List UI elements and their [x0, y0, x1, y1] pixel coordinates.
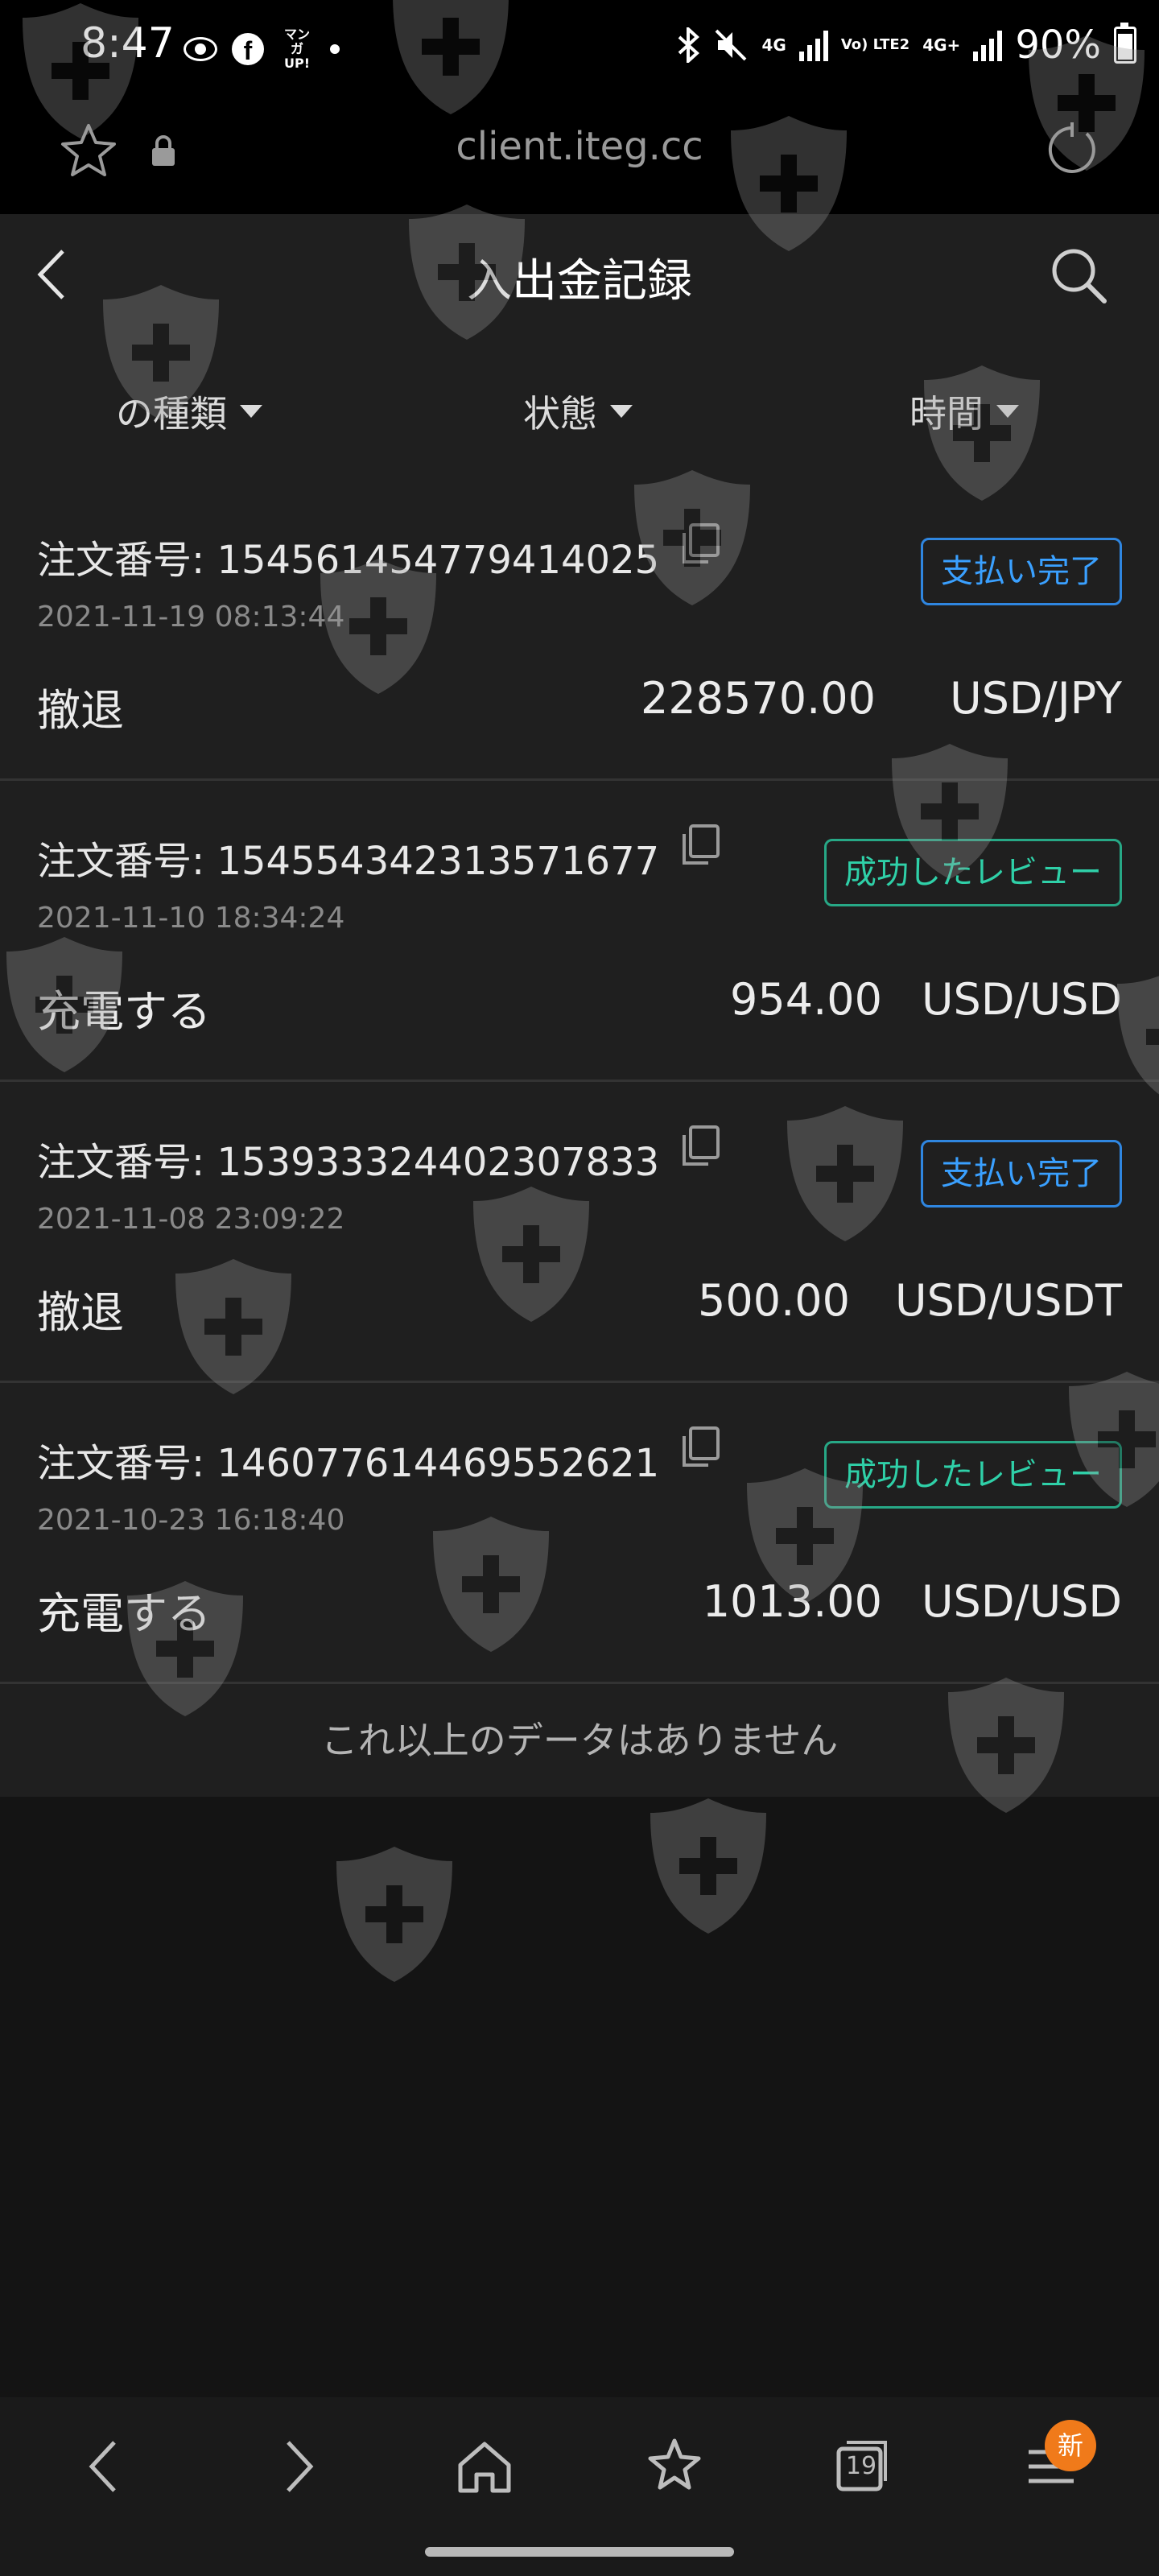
order-label: 注文番号: — [37, 1140, 205, 1185]
eye-icon — [184, 37, 217, 61]
record-amount: 954.00 — [730, 974, 882, 1025]
volte-label: Vo) LTE2 — [840, 36, 910, 53]
tabs-button[interactable]: 19 — [829, 2434, 893, 2499]
order-number: 153933324402307833 — [217, 1140, 660, 1185]
filter-status-label: 状態 — [523, 392, 597, 436]
status-badge: 成功したレビュー — [824, 1441, 1122, 1509]
filter-type-label: の種類 — [116, 392, 227, 436]
record-datetime: 2021-11-19 08:13:44 — [37, 601, 345, 634]
filter-time[interactable]: 時間 — [909, 385, 1019, 438]
record-type: 撤退 — [37, 1287, 124, 1338]
url-field[interactable]: client.iteg.cc — [0, 124, 1159, 169]
record-currency: USD/USD — [922, 974, 1122, 1025]
caret-down-icon — [996, 405, 1019, 418]
battery-icon — [1114, 23, 1136, 64]
network-4g-label: 4G — [761, 35, 786, 55]
record-type: 撤退 — [37, 685, 124, 736]
order-number: 154561454779414025 — [217, 538, 660, 583]
record-item[interactable]: 注文番号: 146077614469552621 成功したレビュー 2021-1… — [0, 1383, 1159, 1684]
filter-time-label: 時間 — [909, 392, 984, 436]
bluetooth-icon — [678, 27, 700, 63]
order-label: 注文番号: — [37, 839, 205, 884]
notification-dot-icon — [330, 44, 340, 54]
filter-type[interactable]: の種類 — [116, 385, 262, 438]
copy-icon[interactable] — [676, 520, 724, 568]
tab-count: 19 — [845, 2452, 877, 2480]
order-number: 154554342313571677 — [217, 839, 660, 884]
record-amount: 228570.00 — [640, 673, 876, 724]
status-bar: 8:47 f マンガ UP! 4G Vo) LTE2 4G+ 90% — [0, 0, 1159, 97]
record-currency: USD/USDT — [895, 1275, 1122, 1326]
browser-address-bar: client.iteg.cc — [0, 97, 1159, 216]
clock: 8:47 — [80, 19, 175, 68]
caret-down-icon — [240, 405, 262, 418]
record-item[interactable]: 注文番号: 154554342313571677 成功したレビュー 2021-1… — [0, 781, 1159, 1082]
search-icon[interactable] — [1046, 243, 1111, 308]
signal-icon — [798, 29, 828, 61]
manga-app-icon: マンガ UP! — [283, 27, 310, 71]
order-label: 注文番号: — [37, 538, 205, 583]
record-type: 充電する — [37, 1588, 211, 1639]
network-4gplus-label: 4G+ — [922, 35, 961, 55]
copy-icon[interactable] — [676, 1423, 724, 1472]
record-datetime: 2021-10-23 16:18:40 — [37, 1504, 345, 1537]
record-currency: USD/JPY — [950, 673, 1122, 724]
new-badge: 新 — [1045, 2420, 1096, 2471]
shield-watermark-icon — [336, 1847, 452, 1982]
battery-percent: 90% — [1015, 23, 1101, 68]
signal-icon-2 — [973, 29, 1003, 61]
status-badge: 成功したレビュー — [824, 839, 1122, 906]
copy-icon[interactable] — [676, 821, 724, 869]
status-badge: 支払い完了 — [921, 538, 1122, 605]
order-number: 146077614469552621 — [217, 1441, 660, 1486]
record-type: 充電する — [37, 986, 211, 1037]
home-indicator — [425, 2547, 734, 2557]
home-icon[interactable] — [452, 2434, 517, 2499]
record-amount: 1013.00 — [702, 1576, 882, 1627]
browser-back-icon[interactable] — [74, 2434, 138, 2499]
reload-icon[interactable] — [1041, 119, 1103, 180]
page-title: 入出金記録 — [467, 255, 692, 308]
record-datetime: 2021-11-08 23:09:22 — [37, 1203, 345, 1236]
mute-icon — [716, 29, 747, 61]
order-label: 注文番号: — [37, 1441, 205, 1486]
record-list: 注文番号: 154561454779414025 支払い完了 2021-11-1… — [0, 480, 1159, 1684]
status-badge: 支払い完了 — [921, 1140, 1122, 1208]
record-amount: 500.00 — [698, 1275, 850, 1326]
caret-down-icon — [610, 405, 633, 418]
shield-watermark-icon — [650, 1798, 766, 1934]
app-header: 入出金記録 — [0, 214, 1159, 335]
no-more-data-message: これ以上のデータはありません — [0, 1684, 1159, 1797]
record-currency: USD/USD — [922, 1576, 1122, 1627]
facebook-icon: f — [232, 33, 264, 65]
record-item[interactable]: 注文番号: 154561454779414025 支払い完了 2021-11-1… — [0, 480, 1159, 781]
filter-status[interactable]: 状態 — [523, 385, 633, 438]
bookmarks-icon[interactable] — [642, 2434, 707, 2499]
browser-forward-icon[interactable] — [266, 2434, 330, 2499]
record-datetime: 2021-11-10 18:34:24 — [37, 902, 345, 935]
record-item[interactable]: 注文番号: 153933324402307833 支払い完了 2021-11-0… — [0, 1082, 1159, 1383]
copy-icon[interactable] — [676, 1122, 724, 1170]
filter-bar: の種類 状態 時間 — [0, 335, 1159, 480]
